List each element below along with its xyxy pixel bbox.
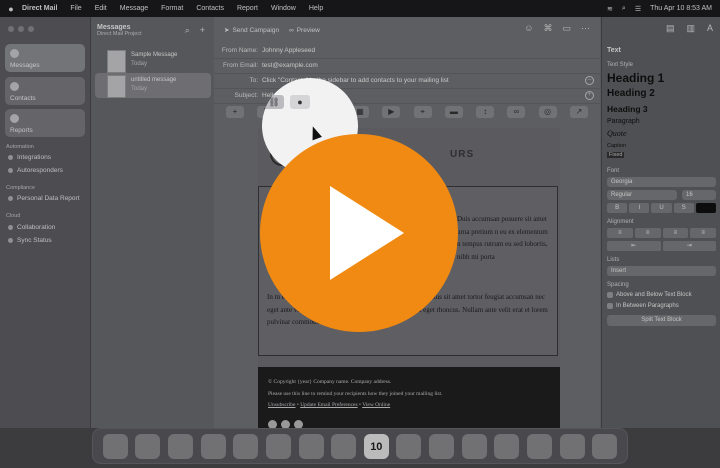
play-button[interactable] [260,134,458,332]
link-block-icon[interactable]: ⛓ [264,95,284,109]
spotlight-toolbar: + T ⛓ ● [262,92,352,112]
person-block-icon[interactable]: ● [290,95,310,109]
play-icon [330,186,404,280]
